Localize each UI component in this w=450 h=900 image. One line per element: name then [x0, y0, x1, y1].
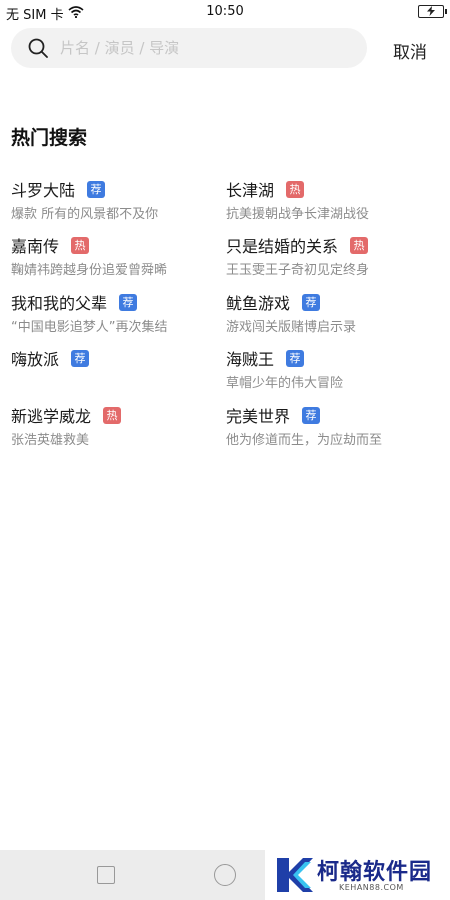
hot-search-item[interactable]: 长津湖 热 抗美援朝战争长津湖战役	[226, 178, 436, 226]
hot-search-item[interactable]: 只是结婚的关系 热 王玉雯王子奇初见定终身	[226, 234, 436, 282]
hot-search-name: 完美世界	[226, 407, 291, 426]
hot-search-item[interactable]: 嘉南传 热 鞠婧祎跨越身份追爱曾舜晞	[11, 234, 221, 282]
hot-search-desc: 游戏闯关版赌博启示录	[226, 320, 357, 335]
recommend-badge: 荐	[286, 349, 305, 367]
hot-search-desc: “中国电影追梦人”再次集结	[11, 320, 168, 335]
recommend-badge: 荐	[302, 406, 321, 424]
watermark-name: 柯翰软件园	[317, 860, 433, 885]
hot-search-title: 热门搜索	[11, 127, 88, 149]
hot-search-name: 海贼王	[226, 350, 275, 369]
search-input[interactable]	[60, 28, 350, 68]
hot-search-item[interactable]: 斗罗大陆 荐 爆款 所有的风景都不及你	[11, 178, 221, 226]
hot-search-desc: 王玉雯王子奇初见定终身	[226, 263, 370, 278]
recommend-badge: 荐	[119, 293, 138, 311]
status-bar: 无 SIM 卡 10:50	[0, 0, 450, 24]
hot-badge: 热	[286, 180, 305, 198]
hot-search-desc: 草帽少年的伟大冒险	[226, 376, 344, 391]
hot-search-name: 只是结婚的关系	[226, 237, 339, 256]
hot-search-item[interactable]: 我和我的父辈 荐 “中国电影追梦人”再次集结	[11, 291, 221, 339]
search-icon	[28, 38, 48, 58]
hot-search-name: 长津湖	[226, 181, 275, 200]
hot-badge: 热	[103, 406, 122, 424]
hot-search-name: 嗨放派	[11, 350, 60, 369]
hot-search-item[interactable]: 鱿鱼游戏 荐 游戏闯关版赌博启示录	[226, 291, 436, 339]
hot-badge: 热	[350, 236, 369, 254]
battery-icon	[418, 5, 447, 18]
hot-search-desc: 鞠婧祎跨越身份追爱曾舜晞	[11, 263, 168, 278]
search-box[interactable]	[11, 28, 367, 68]
watermark-logo-icon	[271, 852, 317, 898]
hot-search-name: 鱿鱼游戏	[226, 294, 291, 313]
hot-search-item[interactable]: 完美世界 荐 他为修道而生，为应劫而至	[226, 404, 436, 452]
watermark-url: KEHAN88.COM	[339, 883, 404, 892]
hot-search-name: 斗罗大陆	[11, 181, 76, 200]
recommend-badge: 荐	[71, 349, 90, 367]
watermark: 柯翰软件园 KEHAN88.COM	[265, 850, 450, 900]
hot-search-item[interactable]: 海贼王 荐 草帽少年的伟大冒险	[226, 347, 436, 395]
hot-search-item[interactable]: 新逃学威龙 热 张浩英雄救美	[11, 404, 221, 452]
hot-search-desc: 抗美援朝战争长津湖战役	[226, 207, 370, 222]
cancel-button[interactable]: 取消	[385, 38, 435, 63]
home-icon[interactable]	[214, 864, 236, 886]
hot-badge: 热	[71, 236, 90, 254]
recent-apps-icon[interactable]	[97, 866, 115, 884]
hot-search-item[interactable]: 嗨放派 荐	[11, 347, 221, 395]
hot-search-desc: 张浩英雄救美	[11, 433, 90, 448]
status-time: 10:50	[206, 4, 244, 19]
hot-search-desc: 爆款 所有的风景都不及你	[11, 207, 159, 222]
hot-search-name: 我和我的父辈	[11, 294, 108, 313]
hot-search-name: 嘉南传	[11, 237, 60, 256]
hot-search-desc: 他为修道而生，为应劫而至	[226, 433, 383, 448]
recommend-badge: 荐	[87, 180, 106, 198]
hot-search-name: 新逃学威龙	[11, 407, 92, 426]
recommend-badge: 荐	[302, 293, 321, 311]
